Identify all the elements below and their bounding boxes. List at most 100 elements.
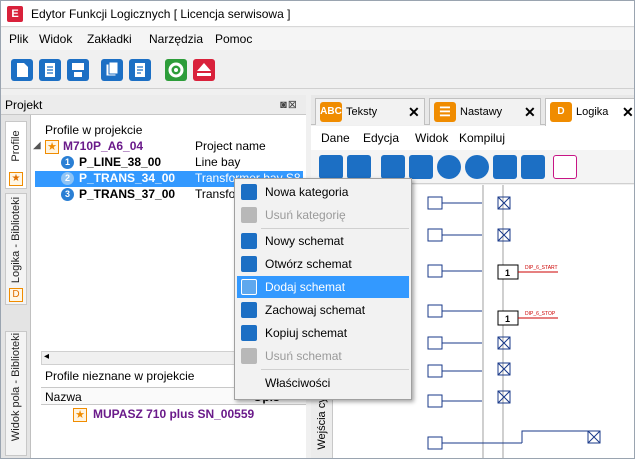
fit-icon[interactable] (493, 155, 517, 179)
menu-zakladki[interactable]: Zakładki (87, 32, 132, 46)
save-schema-icon (241, 302, 257, 318)
list-item[interactable]: ★ MUPASZ 710 plus SN_00559 (35, 407, 303, 423)
section-profiles-in-project: Profile w projekcie (45, 123, 143, 137)
gate-label: 1 (505, 314, 510, 324)
menu-item-save-schema[interactable]: Zachowaj schemat (237, 299, 409, 321)
close-icon[interactable]: ✕ (524, 104, 536, 121)
menu-item-label: Kopiuj schemat (265, 326, 348, 340)
menu-edycja[interactable]: Edycja (363, 131, 399, 145)
star-icon: ★ (9, 172, 23, 186)
editor-menu-bar: Dane Edycja Widok Kompiluj (311, 126, 634, 150)
pointer-icon[interactable] (553, 155, 577, 179)
menu-widok[interactable]: Widok (39, 32, 72, 46)
menu-item-label: Nowa kategoria (265, 185, 349, 199)
tab-field-view-libraries-label: Widok pola - Biblioteki (10, 333, 22, 442)
menu-separator (261, 369, 409, 370)
logic-icon: D (9, 288, 23, 302)
copy-icon[interactable] (99, 57, 125, 83)
menu-widok-editor[interactable]: Widok (415, 131, 448, 145)
menu-item-label: Właściwości (265, 376, 331, 390)
tab-logika[interactable]: D Logika ✕ (545, 98, 634, 126)
star-icon: ★ (73, 408, 87, 422)
menu-item-properties[interactable]: Właściwości (237, 372, 409, 394)
vertical-tab-strip: Profile ★ Logika - Biblioteki D Widok po… (1, 115, 31, 458)
window-title: Edytor Funkcji Logicznych [ Licencja ser… (31, 7, 291, 21)
signal-label: DIP_6_STOP (525, 311, 556, 317)
tree-row[interactable]: 1 P_LINE_38_00 Line bay (35, 155, 303, 171)
menu-kompiluj[interactable]: Kompiluj (459, 131, 505, 145)
tab-field-view-libraries[interactable]: Widok pola - Biblioteki (5, 331, 27, 456)
menu-item-label: Dodaj schemat (265, 280, 346, 294)
project-name: M710P_A6_04 (63, 139, 144, 153)
tab-nastawy[interactable]: ☰ Nastawy ✕ (429, 98, 541, 125)
menu-plik[interactable]: Plik (9, 32, 28, 46)
app-window: E Edytor Funkcji Logicznych [ Licencja s… (0, 0, 635, 459)
star-icon: ★ (45, 140, 59, 154)
open-file-icon[interactable] (37, 57, 63, 83)
menu-separator (261, 228, 409, 229)
menu-pomoc[interactable]: Pomoc (215, 32, 252, 46)
profile-name: P_TRANS_37_00 (79, 187, 176, 201)
project-panel-title: Projekt (5, 98, 43, 112)
unknown-profile-name: MUPASZ 710 plus SN_00559 (93, 407, 255, 421)
collapse-arrow-icon[interactable]: ◢ (33, 140, 41, 151)
paste-icon[interactable] (127, 57, 153, 83)
profile-desc: Transfo (195, 187, 236, 201)
logic-icon: D (550, 102, 572, 122)
menu-item-open-schema[interactable]: Otwórz schemat (237, 253, 409, 275)
eject-icon[interactable] (191, 57, 217, 83)
menu-item-copy-schema[interactable]: Kopiuj schemat (237, 322, 409, 344)
menu-item-label: Usuń schemat (265, 349, 342, 363)
panel-window-buttons[interactable]: ◙⊠ (280, 98, 298, 111)
zoom-in-icon[interactable] (437, 155, 461, 179)
new-schema-icon (241, 233, 257, 249)
menu-item-delete-schema[interactable]: Usuń schemat (237, 345, 409, 367)
open-schema-icon (241, 256, 257, 272)
zoom-100-icon[interactable] (521, 155, 545, 179)
input-block (427, 390, 511, 408)
menu-item-label: Otwórz schemat (265, 257, 352, 271)
profile-number-badge: 1 (61, 156, 74, 169)
menu-item-label: Zachowaj schemat (265, 303, 366, 317)
editor-tab-bar: ABC Teksty ✕ ☰ Nastawy ✕ D Logika ✕ (311, 95, 634, 126)
text-icon: ABC (320, 102, 342, 122)
input-block (427, 362, 511, 378)
main-toolbar (1, 51, 634, 89)
new-file-icon[interactable] (9, 57, 35, 83)
input-block (427, 336, 511, 350)
menu-item-add-schema[interactable]: Dodaj schemat (237, 276, 409, 298)
scroll-left-icon[interactable]: ◂ (44, 351, 49, 362)
zoom-out-icon[interactable] (465, 155, 489, 179)
menu-dane[interactable]: Dane (321, 131, 350, 145)
column-name[interactable]: Nazwa (45, 390, 82, 404)
input-block (427, 196, 511, 210)
gate-label: 1 (505, 268, 510, 278)
r-icon[interactable] (347, 155, 371, 179)
tab-teksty[interactable]: ABC Teksty ✕ (315, 98, 425, 125)
download-icon[interactable] (319, 155, 343, 179)
settings-icon[interactable] (163, 57, 189, 83)
tab-logic-libraries[interactable]: Logika - Biblioteki D (5, 193, 27, 305)
menu-item-delete-category[interactable]: Usuń kategorię (237, 204, 409, 226)
profile-name: P_LINE_38_00 (79, 155, 162, 169)
delete-category-icon (241, 207, 257, 223)
redo-icon[interactable] (409, 155, 433, 179)
close-icon[interactable]: ✕ (408, 104, 420, 121)
save-icon[interactable] (65, 57, 91, 83)
tab-logika-label: Logika (576, 106, 609, 118)
add-schema-icon (241, 279, 257, 295)
menu-item-new-category[interactable]: Nowa kategoria (237, 181, 409, 203)
menu-narzedzia[interactable]: Narzędzia (149, 32, 203, 46)
tab-profile[interactable]: Profile ★ (5, 121, 27, 189)
undo-icon[interactable] (381, 155, 405, 179)
title-bar: E Edytor Funkcji Logicznych [ Licencja s… (1, 1, 634, 27)
profile-name: P_TRANS_34_00 (79, 171, 176, 185)
context-menu: Nowa kategoria Usuń kategorię Nowy schem… (234, 178, 412, 400)
delete-schema-icon (241, 348, 257, 364)
menu-item-new-schema[interactable]: Nowy schemat (237, 230, 409, 252)
menu-bar: Plik Widok Zakładki Narzędzia Pomoc (1, 28, 634, 50)
tree-row[interactable]: ◢ ★ M710P_A6_04 Project name (33, 139, 303, 155)
tab-teksty-label: Teksty (346, 106, 378, 118)
profile-number-badge: 3 (61, 188, 74, 201)
close-icon[interactable]: ✕ (622, 104, 634, 121)
